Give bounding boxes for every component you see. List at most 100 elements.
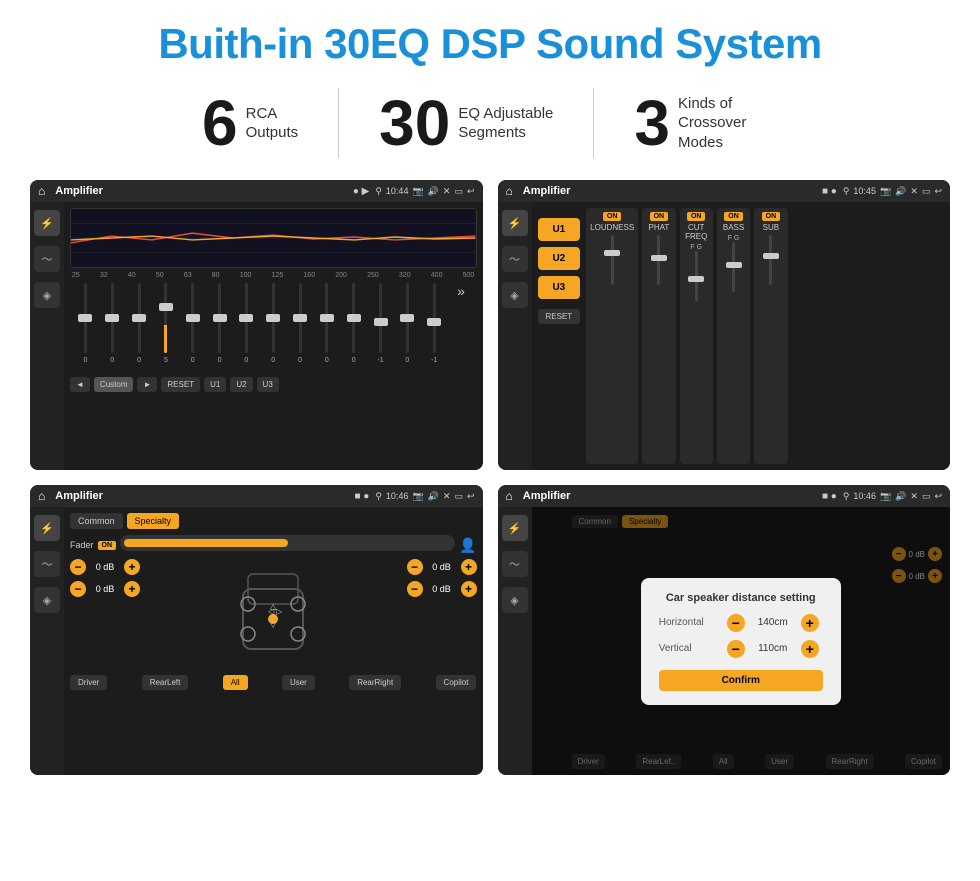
fader-sidebar: ⚡ 〜 ◈: [30, 507, 64, 775]
eq-next-btn[interactable]: ►: [137, 377, 157, 392]
db4-plus[interactable]: +: [461, 581, 477, 597]
crossover-sidebar-speaker-icon[interactable]: ◈: [502, 282, 528, 308]
eq-u1-btn[interactable]: U1: [204, 377, 226, 392]
slider-forward-icon[interactable]: »: [450, 283, 473, 373]
bass-slider[interactable]: [732, 242, 735, 292]
crossover-sidebar-wave-icon[interactable]: 〜: [502, 246, 528, 272]
fader-screen-content: ⚡ 〜 ◈ Common Specialty Fader ON: [30, 507, 483, 775]
db2-minus[interactable]: −: [70, 581, 86, 597]
slider-1[interactable]: 0: [74, 283, 97, 373]
crossover-home-icon[interactable]: ⌂: [506, 184, 513, 198]
fader-tab-common[interactable]: Common: [70, 513, 123, 529]
fader-back-icon[interactable]: ↩: [467, 491, 475, 502]
crossover-window-icon: ▭: [922, 186, 931, 197]
eq-sidebar-wave-icon[interactable]: 〜: [34, 246, 60, 272]
slider-9[interactable]: 0: [289, 283, 312, 373]
fader-home-icon[interactable]: ⌂: [38, 489, 45, 503]
eq-graph: [70, 208, 477, 268]
u2-button[interactable]: U2: [538, 247, 581, 270]
cutfreq-slider[interactable]: [695, 251, 698, 301]
eq-reset-btn[interactable]: RESET: [161, 377, 200, 392]
crossover-screen: ⌂ Amplifier ■ ● ⚲ 10:45 📷 🔊 ✕ ▭ ↩ ⚡ 〜 ◈: [498, 180, 951, 470]
dialog-vertical-minus[interactable]: −: [727, 640, 745, 658]
dialog-vertical-plus[interactable]: +: [801, 640, 819, 658]
distance-home-icon[interactable]: ⌂: [506, 489, 513, 503]
confirm-button[interactable]: Confirm: [659, 670, 823, 691]
slider-10[interactable]: 0: [315, 283, 338, 373]
dialog-horizontal-plus[interactable]: +: [801, 614, 819, 632]
u-buttons: U1 U2 U3 RESET: [538, 208, 581, 464]
distance-camera-icon: 📷: [880, 491, 891, 502]
fader-person-icon[interactable]: 👤: [459, 537, 476, 554]
eq-screen-content: ⚡ 〜 ◈: [30, 202, 483, 470]
stat-text-crossover: Kinds ofCrossover Modes: [678, 94, 778, 153]
eq-preset-btn[interactable]: Custom: [94, 377, 134, 392]
fader-sidebar-speaker-icon[interactable]: ◈: [34, 587, 60, 613]
fader-label: Fader: [70, 540, 94, 550]
distance-sidebar-speaker-icon[interactable]: ◈: [502, 587, 528, 613]
fader-left-db: − 0 dB + − 0 dB +: [70, 559, 140, 669]
phat-slider[interactable]: [657, 235, 660, 285]
fader-tab-specialty[interactable]: Specialty: [127, 513, 180, 529]
sub-on: ON: [762, 212, 781, 221]
eq-prev-btn[interactable]: ◄: [70, 377, 90, 392]
db2-plus[interactable]: +: [124, 581, 140, 597]
slider-5[interactable]: 0: [181, 283, 204, 373]
fader-sidebar-eq-icon[interactable]: ⚡: [34, 515, 60, 541]
dialog-horizontal-minus[interactable]: −: [727, 614, 745, 632]
home-icon[interactable]: ⌂: [38, 184, 45, 198]
distance-sidebar-eq-icon[interactable]: ⚡: [502, 515, 528, 541]
db-row-3: − 0 dB +: [407, 559, 477, 575]
crossover-back-icon[interactable]: ↩: [934, 186, 942, 197]
db3-value: 0 dB: [427, 562, 457, 572]
eq-u2-btn[interactable]: U2: [230, 377, 252, 392]
crossover-x-icon: ✕: [910, 186, 918, 197]
distance-sidebar-wave-icon[interactable]: 〜: [502, 551, 528, 577]
db1-minus[interactable]: −: [70, 559, 86, 575]
dialog-horizontal-row: Horizontal − 140cm +: [659, 614, 823, 632]
slider-7[interactable]: 0: [235, 283, 258, 373]
dialog-overlay: Car speaker distance setting Horizontal …: [532, 507, 951, 775]
db1-plus[interactable]: +: [124, 559, 140, 575]
slider-6[interactable]: 0: [208, 283, 231, 373]
loudness-slider[interactable]: [611, 235, 614, 285]
distance-status-icons: ⚲ 10:46 📷 🔊 ✕ ▭ ↩: [843, 491, 942, 502]
fader-driver-btn[interactable]: Driver: [70, 675, 107, 690]
fader-all-btn[interactable]: All: [223, 675, 248, 690]
distance-time: 10:46: [853, 491, 876, 501]
dialog-horizontal-value: 140cm: [753, 617, 793, 628]
slider-11[interactable]: 0: [342, 283, 365, 373]
fader-rearright-btn[interactable]: RearRight: [349, 675, 401, 690]
slider-2[interactable]: 0: [101, 283, 124, 373]
eq-u3-btn[interactable]: U3: [257, 377, 279, 392]
sub-slider[interactable]: [769, 235, 772, 285]
db3-plus[interactable]: +: [461, 559, 477, 575]
dialog-vertical-value: 110cm: [753, 643, 793, 654]
distance-back-icon[interactable]: ↩: [934, 491, 942, 502]
slider-3[interactable]: 0: [128, 283, 151, 373]
fader-sidebar-wave-icon[interactable]: 〜: [34, 551, 60, 577]
fader-copilot-btn[interactable]: Copilot: [436, 675, 477, 690]
u1-button[interactable]: U1: [538, 218, 581, 241]
slider-4[interactable]: 5: [154, 283, 177, 373]
slider-13[interactable]: 0: [396, 283, 419, 373]
db4-minus[interactable]: −: [407, 581, 423, 597]
eq-sidebar-eq-icon[interactable]: ⚡: [34, 210, 60, 236]
slider-8[interactable]: 0: [262, 283, 285, 373]
crossover-reset-btn[interactable]: RESET: [538, 309, 581, 324]
crossover-sidebar: ⚡ 〜 ◈: [498, 202, 532, 470]
fader-slider[interactable]: [120, 535, 455, 551]
fader-rearleft-btn[interactable]: RearLeft: [142, 675, 189, 690]
eq-back-icon[interactable]: ↩: [467, 186, 475, 197]
db3-minus[interactable]: −: [407, 559, 423, 575]
page-container: Buith-in 30EQ DSP Sound System 6 RCAOutp…: [0, 0, 980, 881]
fader-user-btn[interactable]: User: [282, 675, 315, 690]
slider-12[interactable]: -1: [369, 283, 392, 373]
eq-sidebar-speaker-icon[interactable]: ◈: [34, 282, 60, 308]
distance-screen: ⌂ Amplifier ■ ● ⚲ 10:46 📷 🔊 ✕ ▭ ↩ ⚡ 〜 ◈: [498, 485, 951, 775]
u3-button[interactable]: U3: [538, 276, 581, 299]
stat-number-eq: 30: [379, 91, 450, 155]
distance-app-name: Amplifier: [523, 490, 816, 502]
crossover-sidebar-eq-icon[interactable]: ⚡: [502, 210, 528, 236]
slider-14[interactable]: -1: [423, 283, 446, 373]
